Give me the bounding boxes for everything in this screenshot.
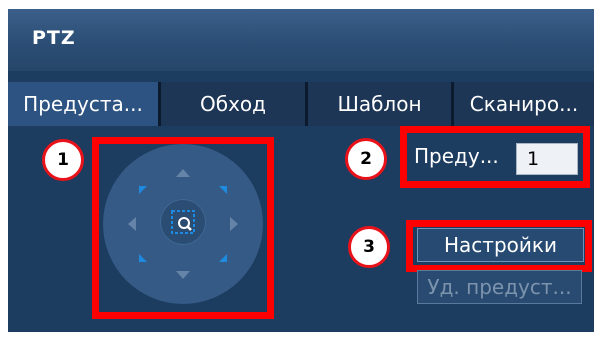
tab-bar: Предуста... Обход Шаблон Сканиро... bbox=[8, 82, 594, 126]
tab-presets[interactable]: Предуста... bbox=[8, 82, 158, 126]
tab-scan[interactable]: Сканиро... bbox=[454, 82, 594, 126]
tab-pattern[interactable]: Шаблон bbox=[308, 82, 451, 126]
settings-button[interactable]: Настройки bbox=[417, 228, 584, 262]
tab-tour[interactable]: Обход bbox=[161, 82, 305, 126]
title-bar: PTZ bbox=[8, 9, 594, 71]
step-marker-3: 3 bbox=[348, 226, 390, 268]
preset-label: Преду... bbox=[414, 144, 499, 168]
preset-number-input[interactable]: 1 bbox=[516, 143, 578, 175]
delete-preset-button[interactable]: Уд. предуст... bbox=[417, 270, 582, 304]
window-title: PTZ bbox=[32, 27, 76, 49]
highlight-box-1 bbox=[92, 137, 274, 319]
step-marker-1: 1 bbox=[42, 139, 84, 181]
step-marker-2: 2 bbox=[345, 138, 387, 180]
